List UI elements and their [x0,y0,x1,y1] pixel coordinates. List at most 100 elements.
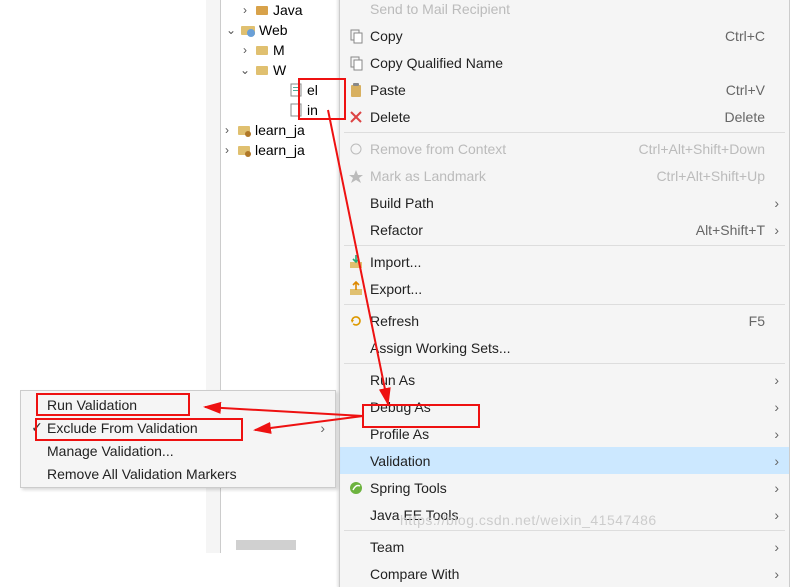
blank-icon [346,566,366,582]
blank-icon [346,372,366,388]
submenu-arrow-icon: › [765,195,779,211]
menu-separator [344,132,785,133]
blank-icon [346,539,366,555]
menu-item-remove-from-context: Remove from ContextCtrl+Alt+Shift+Down [340,135,789,162]
menu-item-label: Validation [370,453,765,469]
watermark-text: https://blog.csdn.net/weixin_41547486 [400,512,657,528]
menu-item-shortcut: Ctrl+V [726,82,765,98]
annotation-box [35,418,243,441]
menu-item-shortcut: Ctrl+Alt+Shift+Up [656,168,765,184]
submenu-arrow-icon: › [765,453,779,469]
menu-item-shortcut: Alt+Shift+T [696,222,765,238]
menu-item-label: Assign Working Sets... [370,340,765,356]
submenu-arrow-icon: › [765,372,779,388]
menu-item-build-path[interactable]: Build Path› [340,189,789,216]
expand-icon[interactable]: › [239,43,251,57]
tab-stub [236,540,296,550]
menu-item-shortcut: Ctrl+C [725,28,765,44]
submenu-arrow-icon: › [765,507,779,523]
menu-separator [344,245,785,246]
menu-item-compare-with[interactable]: Compare With› [340,560,789,587]
project-icon [236,122,252,138]
blank-icon [346,222,366,238]
submenu-item-manage-validation[interactable]: Manage Validation... [21,439,335,462]
tree-item[interactable]: › learn_ja [221,140,340,160]
menu-separator [344,363,785,364]
blank-icon [346,453,366,469]
menu-item-label: Team [370,539,765,555]
menu-item-label: Copy [370,28,715,44]
folder-icon [254,62,270,78]
menu-item-copy[interactable]: Copy Ctrl+C [340,22,789,49]
menu-item-import[interactable]: Import... [340,248,789,275]
menu-separator [344,530,785,531]
menu-item-label: Mark as Landmark [370,168,646,184]
blank-icon [346,1,366,17]
menu-item-label: Delete [370,109,715,125]
tree-item-label: M [273,42,285,58]
menu-item-export[interactable]: Export... [340,275,789,302]
submenu-item-label: Remove All Validation Markers [47,466,311,482]
submenu-arrow-icon: › [765,399,779,415]
menu-item-paste[interactable]: Paste Ctrl+V [340,76,789,103]
submenu-arrow-icon: › [765,426,779,442]
menu-item-label: Copy Qualified Name [370,55,765,71]
menu-item-assign-working-sets[interactable]: Assign Working Sets... [340,334,789,361]
blank-icon [346,195,366,211]
menu-item-mark-as-landmark: Mark as Landmark Ctrl+Alt+Shift+Up [340,162,789,189]
annotation-box [36,393,190,416]
copy-icon [346,28,366,44]
annotation-box [298,78,346,120]
menu-item-validation[interactable]: Validation› [340,447,789,474]
copy-icon [346,55,366,71]
tree-item-label: W [273,62,286,78]
submenu-arrow-icon: › [765,566,779,582]
menu-item-copy-qualified-name[interactable]: Copy Qualified Name [340,49,789,76]
collapse-icon[interactable]: ⌄ [239,63,251,77]
expand-icon[interactable]: › [221,143,233,157]
paste-icon [346,82,366,98]
menu-item-spring-tools[interactable]: Spring Tools› [340,474,789,501]
collapse-icon[interactable]: ⌄ [225,23,237,37]
refresh-icon [346,313,366,329]
expand-icon[interactable]: › [239,3,251,17]
import-icon [346,254,366,270]
menu-item-shortcut: Delete [725,109,765,125]
menu-item-run-as[interactable]: Run As› [340,366,789,393]
export-icon [346,281,366,297]
menu-item-delete[interactable]: Delete Delete [340,103,789,130]
menu-item-shortcut: F5 [749,313,765,329]
menu-item-label: Export... [370,281,765,297]
expand-icon[interactable]: › [221,123,233,137]
package-icon [254,2,270,18]
menu-item-refactor[interactable]: RefactorAlt+Shift+T› [340,216,789,243]
menu-item-label: Build Path [370,195,765,211]
tree-item-label: learn_ja [255,142,305,158]
tree-item[interactable]: ⌄ Web [221,20,340,40]
tree-item[interactable]: › learn_ja [221,120,340,140]
blank-icon [346,507,366,523]
submenu-item-remove-all-validation-markers[interactable]: Remove All Validation Markers [21,462,335,485]
menu-item-label: Refresh [370,313,739,329]
tree-item[interactable]: › M [221,40,340,60]
menu-item-label: Spring Tools [370,480,765,496]
project-icon [236,142,252,158]
menu-item-label: Paste [370,82,716,98]
web-folder-icon [240,22,256,38]
menu-item-label: Send to Mail Recipient [370,1,765,17]
tree-item[interactable]: › Java [221,0,340,20]
submenu-arrow-icon: › [311,420,325,436]
menu-item-refresh[interactable]: Refresh F5 [340,307,789,334]
menu-item-team[interactable]: Team› [340,533,789,560]
menu-item-label: Import... [370,254,765,270]
tree-item[interactable]: ⌄ W [221,60,340,80]
menu-item-send-to-mail-recipient: Send to Mail Recipient [340,0,789,22]
landmark-icon [346,168,366,184]
submenu-arrow-icon: › [765,480,779,496]
submenu-arrow-icon: › [765,222,779,238]
menu-item-label: Compare With [370,566,765,582]
annotation-box [362,404,480,428]
folder-icon [254,42,270,58]
spring-icon [346,480,366,496]
blank-icon [346,340,366,356]
